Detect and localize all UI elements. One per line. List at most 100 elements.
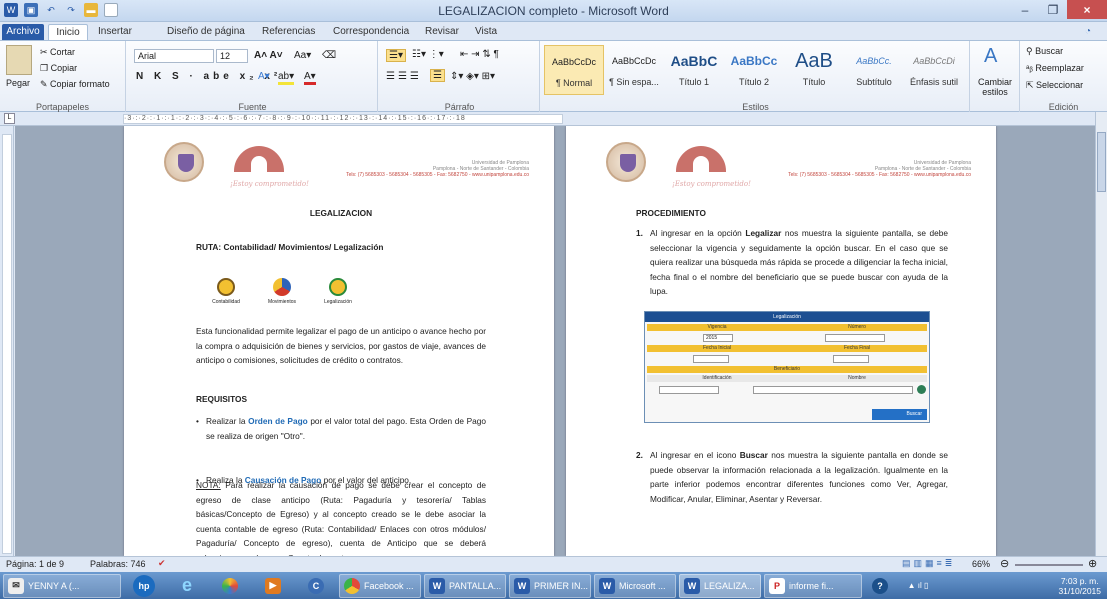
- change-styles-icon[interactable]: A: [984, 45, 997, 68]
- text-effects-icon[interactable]: A▾: [258, 71, 270, 82]
- proofing-icon[interactable]: ✔: [158, 558, 166, 569]
- zoom-level[interactable]: 66%: [972, 559, 990, 569]
- change-styles-button[interactable]: Cambiar estilos: [972, 77, 1018, 97]
- help-tray-icon[interactable]: ?: [865, 574, 895, 598]
- maximize-button[interactable]: ❐: [1039, 0, 1067, 19]
- style-titulo-2[interactable]: AaBbCc Título 2: [724, 45, 784, 95]
- paste-icon[interactable]: [6, 45, 32, 75]
- tab-inicio[interactable]: Inicio: [48, 24, 88, 40]
- numero-input[interactable]: [825, 334, 885, 342]
- font-name-select[interactable]: Arial: [134, 49, 214, 63]
- replace-button[interactable]: ᵃᵦ Reemplazar: [1026, 63, 1084, 73]
- status-bar: Página: 1 de 9 Palabras: 746 ✔ ▤▥▦≡≣ 66%…: [0, 556, 1107, 572]
- clear-format-icon[interactable]: ⌫: [322, 50, 336, 61]
- font-color-icon[interactable]: A▾: [304, 71, 316, 85]
- grow-font-icon[interactable]: A˄ A˅: [254, 50, 283, 61]
- minimize-button[interactable]: –: [1011, 0, 1039, 19]
- window-title: LEGALIZACION completo - Microsoft Word: [438, 4, 669, 18]
- tab-selector-icon[interactable]: L: [4, 113, 15, 124]
- requisitos-heading: REQUISITOS: [196, 394, 248, 404]
- taskbar-item[interactable]: W PRIMER IN...: [509, 573, 591, 598]
- fecha-final-input[interactable]: [833, 355, 869, 363]
- taskbar-item[interactable]: W Microsoft ...: [594, 573, 676, 598]
- find-button[interactable]: ⚲ Buscar: [1026, 46, 1063, 57]
- step1-b: Legalizar: [745, 228, 782, 238]
- header-motto: ¡Estoy comprometido!: [672, 180, 751, 188]
- close-button[interactable]: ×: [1067, 0, 1107, 19]
- document-area: ¡Estoy comprometido! Universidad de Pamp…: [15, 126, 1095, 556]
- tab-archivo[interactable]: Archivo: [2, 24, 44, 40]
- magnifier-icon[interactable]: [917, 385, 926, 394]
- ruler-ticks: ·3·:·2·:·1·:·1·:·2·:·3·:·4·:·5·:·6·:·7·:…: [123, 114, 563, 124]
- indent-icons[interactable]: ⇤ ⇥ ⇅ ¶: [460, 49, 499, 60]
- align-buttons[interactable]: ☰☰☰: [386, 71, 422, 82]
- style-enfasis-sutil[interactable]: AaBbCcDi Énfasis sutil: [904, 45, 964, 95]
- form-buscar-button[interactable]: Buscar: [872, 409, 927, 420]
- change-case-icon[interactable]: Aa▾: [294, 50, 311, 61]
- page-1[interactable]: ¡Estoy comprometido! Universidad de Pamp…: [124, 126, 554, 556]
- title-bar: W ▣ ↶ ↷ ▬ LEGALIZACION completo - Micros…: [0, 0, 1107, 22]
- cut-label: Cortar: [50, 47, 76, 57]
- fecha-inicial-label: Fecha Inicial: [702, 345, 732, 351]
- numbering-icon[interactable]: ☷▾ ⋮▾: [412, 49, 444, 60]
- scroll-thumb[interactable]: [1097, 132, 1106, 192]
- tray-icons[interactable]: ▲ ıl ▯: [898, 574, 938, 598]
- vigencia-label: Vigencia: [707, 324, 727, 330]
- photos-icon[interactable]: [210, 574, 250, 598]
- format-painter-button[interactable]: ✎ Copiar formato: [40, 79, 110, 90]
- taskbar-item[interactable]: ✉ YENNY A (...: [3, 573, 121, 598]
- cut-button[interactable]: ✂ Cortar: [40, 47, 75, 58]
- view-buttons[interactable]: ▤▥▦≡≣: [902, 558, 955, 569]
- justify-icon[interactable]: ☰: [430, 69, 445, 82]
- form-row-vigencia: Vigencia Número: [647, 324, 927, 331]
- paste-button[interactable]: Pegar: [6, 78, 30, 88]
- page-2[interactable]: ¡Estoy comprometido! Universidad de Pamp…: [566, 126, 996, 556]
- nombre-input[interactable]: [753, 386, 913, 394]
- internet-explorer-icon[interactable]: e: [167, 574, 207, 598]
- style-normal[interactable]: AaBbCcDc ¶ Normal: [544, 45, 604, 95]
- taskbar-item[interactable]: W PANTALLA...: [424, 573, 506, 598]
- tab-insertar[interactable]: Insertar: [98, 24, 132, 40]
- media-player-icon[interactable]: ▶: [253, 574, 293, 598]
- hp-icon[interactable]: hp: [124, 574, 164, 598]
- zoom-out-icon[interactable]: ⊖: [1000, 557, 1009, 570]
- copy-button[interactable]: ❐ Copiar: [40, 63, 77, 74]
- select-button[interactable]: ⇱ Seleccionar: [1026, 80, 1083, 91]
- word-count[interactable]: Palabras: 746: [90, 559, 146, 569]
- tab-correspondencia[interactable]: Correspondencia: [333, 24, 409, 40]
- highlight-icon[interactable]: ab▾: [278, 71, 295, 85]
- legalizacion-icon: [329, 278, 347, 296]
- header-address: Universidad de Pamplona Pamplona - Norte…: [346, 160, 529, 178]
- vertical-scrollbar[interactable]: [1095, 112, 1107, 556]
- identificacion-input[interactable]: [659, 386, 719, 394]
- tab-revisar[interactable]: Revisar: [425, 24, 459, 40]
- tab-diseno[interactable]: Diseño de página: [167, 24, 245, 40]
- step2-a: Al ingresar en el icono: [650, 450, 740, 460]
- font-size-select[interactable]: 12: [216, 49, 248, 63]
- chrome-app-icon[interactable]: C: [296, 574, 336, 598]
- style-titulo-1[interactable]: AaBbC Título 1: [664, 45, 724, 95]
- zoom-in-icon[interactable]: ⊕: [1088, 557, 1097, 570]
- style-name: Título 1: [678, 77, 709, 87]
- taskbar-item[interactable]: Facebook ...: [339, 573, 421, 598]
- bullets-icon[interactable]: ☰▾: [386, 49, 406, 62]
- route-text: RUTA: Contabilidad/ Movimientos/ Legaliz…: [196, 242, 384, 252]
- fecha-inicial-input[interactable]: [693, 355, 729, 363]
- style-subtitulo[interactable]: AaBbCc. Subtítulo: [844, 45, 904, 95]
- help-icon[interactable]: ◔: [1085, 24, 1091, 40]
- tab-referencias[interactable]: Referencias: [262, 24, 315, 40]
- step-2-text: Al ingresar en el icono Buscar nos muest…: [650, 448, 948, 506]
- style-sin-espaciado[interactable]: AaBbCcDc ¶ Sin espa...: [604, 45, 664, 95]
- word-icon: W: [684, 577, 700, 594]
- line-spacing-icon[interactable]: ⇕▾ ◈▾ ⊞▾: [450, 71, 495, 82]
- clock[interactable]: 7:03 p. m. 31/10/2015: [1058, 576, 1101, 596]
- horizontal-ruler[interactable]: L ·3·:·2·:·1·:·1·:·2·:·3·:·4·:·5·:·6·:·7…: [0, 112, 1107, 126]
- taskbar-item-active[interactable]: W LEGALIZA...: [679, 573, 761, 598]
- tab-vista[interactable]: Vista: [475, 24, 497, 40]
- orden-de-pago-link[interactable]: Orden de Pago: [248, 416, 308, 426]
- style-titulo[interactable]: AaB Título: [784, 45, 844, 95]
- zoom-slider[interactable]: [1015, 564, 1083, 566]
- vigencia-select[interactable]: 2015: [703, 334, 733, 342]
- page-count[interactable]: Página: 1 de 9: [6, 559, 64, 569]
- taskbar-item[interactable]: Pinforme fi...: [764, 573, 862, 598]
